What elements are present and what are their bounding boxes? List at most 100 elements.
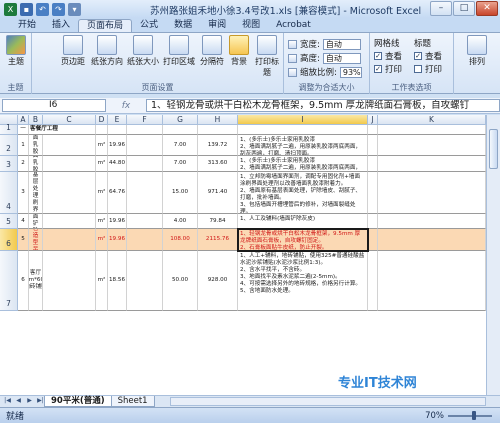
next-sheet-icon[interactable]: ▶ xyxy=(25,397,34,406)
cell-j4[interactable] xyxy=(368,172,378,214)
vertical-scrollbar[interactable] xyxy=(486,115,500,395)
print-titles-button[interactable]: 打印标题 xyxy=(252,35,282,78)
row-header-5[interactable]: 5 xyxy=(0,214,18,229)
cell-e7[interactable]: 18.56 xyxy=(108,251,127,311)
tab-data[interactable]: 数据 xyxy=(166,19,200,32)
cell-h7[interactable]: 928.00 xyxy=(198,251,238,311)
vertical-scroll-thumb[interactable] xyxy=(489,129,498,169)
cell-b5[interactable]: 原墙顶面铲除灰皮 xyxy=(29,214,43,229)
cell-k6[interactable] xyxy=(378,229,486,251)
name-box[interactable]: I6 xyxy=(2,99,106,112)
cell-f7[interactable] xyxy=(127,251,163,311)
cell-a1[interactable]: 一 xyxy=(18,125,29,135)
cell-c4[interactable] xyxy=(43,172,96,214)
orientation-button[interactable]: 纸张方向 xyxy=(90,35,124,67)
column-header-k[interactable]: K xyxy=(378,115,486,125)
cell-f1[interactable] xyxy=(127,125,163,135)
cell-e1[interactable] xyxy=(108,125,127,135)
cell-i4[interactable]: 1、立邦防霉墙面界面剂，调配专用固化剂+墙面涂刷界面处理剂以改善墙面乳胶漆附着力… xyxy=(238,172,368,214)
print-area-button[interactable]: 打印区域 xyxy=(162,35,196,67)
worksheet-grid[interactable]: ABCDEFGHIJK1一客餐厅工程21顶面乳胶漆m²19.967.00139.… xyxy=(0,115,486,395)
cell-k1[interactable] xyxy=(378,125,486,135)
themes-button[interactable]: 主题 xyxy=(3,35,29,67)
cell-f6[interactable] xyxy=(127,229,163,251)
cell-g2[interactable]: 7.00 xyxy=(163,135,198,156)
excel-logo-icon[interactable]: X xyxy=(4,2,17,16)
row-header-7[interactable]: 7 xyxy=(0,251,18,311)
cell-c6[interactable] xyxy=(43,229,96,251)
cell-f4[interactable] xyxy=(127,172,163,214)
zoom-slider-knob[interactable] xyxy=(472,411,476,420)
row-header-1[interactable]: 1 xyxy=(0,123,18,135)
scale-input[interactable]: 93% xyxy=(339,66,362,78)
save-icon[interactable]: ▪ xyxy=(20,2,33,16)
cell-a5[interactable]: 4 xyxy=(18,214,29,229)
cell-e6[interactable]: 19.96 xyxy=(108,229,127,251)
headings-view-checkbox[interactable]: ✓ xyxy=(414,52,422,60)
cell-j5[interactable] xyxy=(368,214,378,229)
cell-c7[interactable] xyxy=(43,251,96,311)
column-header-a[interactable]: A xyxy=(18,115,29,125)
gridlines-view-checkbox[interactable]: ✓ xyxy=(374,52,382,60)
cell-g4[interactable]: 15.00 xyxy=(163,172,198,214)
cell-k4[interactable] xyxy=(378,172,486,214)
row-header-4[interactable]: 4 xyxy=(0,172,18,214)
cell-j2[interactable] xyxy=(368,135,378,156)
row-header-2[interactable]: 2 xyxy=(0,135,18,156)
cell-e2[interactable]: 19.96 xyxy=(108,135,127,156)
arrange-button[interactable]: 排列 xyxy=(464,35,490,67)
cell-k7[interactable] xyxy=(378,251,486,311)
cell-i3[interactable]: 1、(多乐士)多乐士家用乳胶漆 2、墙面满刮腻子二遍，用原装乳胶漆两底两面，刮灰… xyxy=(238,156,368,172)
zoom-level[interactable]: 70% xyxy=(425,411,444,421)
margins-button[interactable]: 页边距 xyxy=(58,35,88,67)
column-header-j[interactable]: J xyxy=(368,115,378,125)
cell-c5[interactable] xyxy=(43,214,96,229)
cell-j1[interactable] xyxy=(368,125,378,135)
cell-d1[interactable] xyxy=(96,125,108,135)
cell-j6[interactable] xyxy=(368,229,378,251)
cell-k5[interactable] xyxy=(378,214,486,229)
cell-i2[interactable]: 1、(多乐士)多乐士家用乳胶漆 2、墙面满刮腻子二遍，用原装乳胶漆两底两面，刮灰… xyxy=(238,135,368,156)
cell-d2[interactable]: m² xyxy=(96,135,108,156)
cell-h6[interactable]: 2115.76 xyxy=(198,229,238,251)
tab-acrobat[interactable]: Acrobat xyxy=(268,19,319,32)
cell-g5[interactable]: 4.00 xyxy=(163,214,198,229)
cell-h3[interactable]: 313.60 xyxy=(198,156,238,172)
cell-c1[interactable] xyxy=(43,125,96,135)
tab-review[interactable]: 审阅 xyxy=(200,19,234,32)
column-header-i[interactable]: I xyxy=(238,115,368,125)
minimize-button[interactable]: – xyxy=(430,1,452,16)
cell-e4[interactable]: 64.76 xyxy=(108,172,127,214)
cell-c3[interactable] xyxy=(43,156,96,172)
headings-print-checkbox[interactable] xyxy=(414,65,422,73)
cell-h2[interactable]: 139.72 xyxy=(198,135,238,156)
cell-e3[interactable]: 44.80 xyxy=(108,156,127,172)
column-header-c[interactable]: C xyxy=(43,115,96,125)
cell-j3[interactable] xyxy=(368,156,378,172)
formula-input[interactable]: 1、轻钢龙骨或烘干白松木龙骨框架，9.5mm 厚龙牌纸面石膏板，自攻螺钉 xyxy=(146,99,500,112)
column-header-d[interactable]: D xyxy=(96,115,108,125)
fx-label[interactable]: fx xyxy=(106,101,146,111)
cell-k2[interactable] xyxy=(378,135,486,156)
tab-view[interactable]: 视图 xyxy=(234,19,268,32)
cell-b2[interactable]: 顶面乳胶漆 xyxy=(29,135,43,156)
cell-h4[interactable]: 971.40 xyxy=(198,172,238,214)
gridlines-print-checkbox[interactable]: ✓ xyxy=(374,65,382,73)
cell-g6[interactable]: 108.00 xyxy=(163,229,198,251)
cell-b7[interactable]: 客厅700mm*600mm地砖铺贴 xyxy=(29,251,43,311)
cell-i5[interactable]: 1、人工及辅料(墙面铲除灰皮) xyxy=(238,214,368,229)
cell-h1[interactable] xyxy=(198,125,238,135)
cell-i1[interactable] xyxy=(238,125,368,135)
first-sheet-icon[interactable]: |◀ xyxy=(3,397,12,406)
customize-qat-icon[interactable]: ▾ xyxy=(68,2,81,16)
tab-formulas[interactable]: 公式 xyxy=(132,19,166,32)
cell-d7[interactable]: m² xyxy=(96,251,108,311)
cell-d4[interactable]: m² xyxy=(96,172,108,214)
cell-b6[interactable]: 工艺造型吊顶 xyxy=(29,229,43,251)
background-button[interactable]: 背景 xyxy=(228,35,250,67)
close-button[interactable]: ✕ xyxy=(476,1,498,16)
cell-a4[interactable]: 3 xyxy=(18,172,29,214)
cell-h5[interactable]: 79.84 xyxy=(198,214,238,229)
size-button[interactable]: 纸张大小 xyxy=(126,35,160,67)
cell-i7[interactable]: 1、人工+辅料，地砖铺贴，使用325#普通硅酸盐水泥沙浆铺贴(水泥沙浆比例1:3… xyxy=(238,251,368,311)
